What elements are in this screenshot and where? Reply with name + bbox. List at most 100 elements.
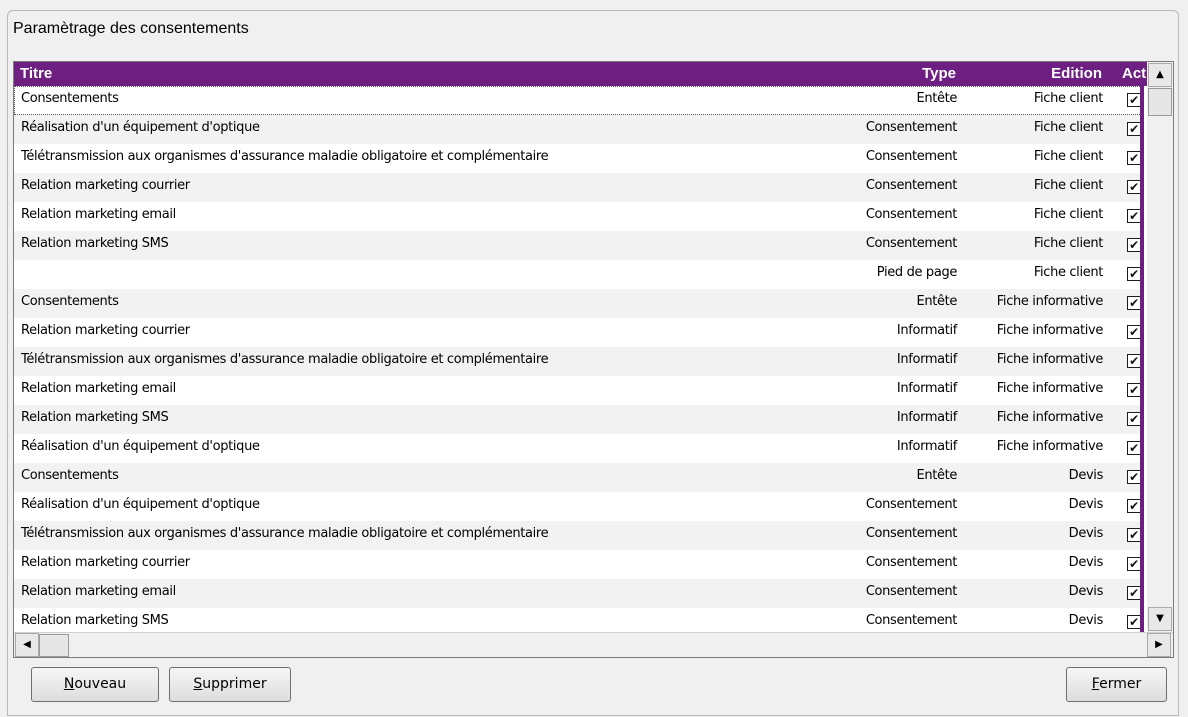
actif-checkbox[interactable]: ✔ bbox=[1127, 209, 1140, 223]
cell-actif: ✔ bbox=[1122, 492, 1144, 521]
actif-checkbox[interactable]: ✔ bbox=[1127, 499, 1140, 513]
scroll-right-arrow-icon[interactable]: ▶ bbox=[1147, 633, 1171, 657]
actif-checkbox[interactable]: ✔ bbox=[1127, 151, 1140, 165]
vertical-scroll-thumb[interactable] bbox=[1148, 88, 1172, 116]
cell-titre: Télétransmission aux organismes d'assura… bbox=[21, 526, 549, 541]
horizontal-scrollbar[interactable]: ◀ ▶ bbox=[14, 632, 1173, 657]
supprimer-button[interactable]: Supprimer bbox=[169, 667, 291, 702]
cell-type: Consentement bbox=[865, 584, 958, 599]
cell-actif: ✔ bbox=[1122, 318, 1144, 347]
cell-actif: ✔ bbox=[1122, 550, 1144, 579]
cell-titre: Relation marketing courrier bbox=[21, 555, 190, 570]
table-row[interactable]: Consentements Entête Devis ✔ bbox=[14, 463, 1144, 492]
checkmark-icon: ✔ bbox=[1129, 296, 1139, 310]
nouveau-label: ouveau bbox=[74, 676, 127, 692]
table-row[interactable]: Télétransmission aux organismes d'assura… bbox=[14, 347, 1144, 376]
actif-checkbox[interactable]: ✔ bbox=[1127, 528, 1140, 542]
table-row[interactable]: Consentements Entête Fiche informative ✔ bbox=[14, 289, 1144, 318]
cell-type: Consentement bbox=[865, 555, 958, 570]
actif-checkbox[interactable]: ✔ bbox=[1127, 586, 1140, 600]
cell-type: Entête bbox=[916, 294, 957, 309]
actif-checkbox[interactable]: ✔ bbox=[1127, 354, 1140, 368]
actif-checkbox[interactable]: ✔ bbox=[1127, 122, 1140, 136]
nouveau-button[interactable]: Nouveau bbox=[31, 667, 159, 702]
actif-checkbox[interactable]: ✔ bbox=[1127, 267, 1140, 281]
table-row[interactable]: Consentements Entête Fiche client ✔ bbox=[14, 86, 1144, 115]
checkmark-icon: ✔ bbox=[1129, 412, 1139, 426]
checkmark-icon: ✔ bbox=[1129, 528, 1139, 542]
table-row[interactable]: Télétransmission aux organismes d'assura… bbox=[14, 521, 1144, 550]
vertical-scrollbar[interactable]: ▲ ▼ bbox=[1147, 62, 1173, 632]
actif-checkbox[interactable]: ✔ bbox=[1127, 615, 1140, 629]
cell-edition: Fiche client bbox=[1033, 149, 1104, 164]
cell-edition: Fiche informative bbox=[996, 439, 1104, 454]
cell-type: Consentement bbox=[865, 613, 958, 628]
checkmark-icon: ✔ bbox=[1129, 441, 1139, 455]
horizontal-scroll-thumb[interactable] bbox=[39, 634, 69, 657]
column-header-titre[interactable]: Titre bbox=[20, 65, 52, 82]
cell-actif: ✔ bbox=[1122, 115, 1144, 144]
supprimer-mnemonic: S bbox=[193, 676, 203, 692]
cell-titre: Relation marketing courrier bbox=[21, 323, 190, 338]
cell-type: Consentement bbox=[865, 526, 958, 541]
table-row[interactable]: Relation marketing email Informatif Fiche … bbox=[14, 376, 1144, 405]
table-row[interactable]: Relation marketing SMS Consentement Fiche … bbox=[14, 231, 1144, 260]
actif-checkbox[interactable]: ✔ bbox=[1127, 325, 1140, 339]
column-header-actif[interactable]: Actif bbox=[1122, 65, 1146, 82]
table-row[interactable]: Télétransmission aux organismes d'assura… bbox=[14, 144, 1144, 173]
table-row[interactable]: Relation marketing courrier Consentement D… bbox=[14, 550, 1144, 579]
column-header-type[interactable]: Type bbox=[884, 65, 956, 82]
cell-edition: Devis bbox=[1068, 526, 1104, 541]
actif-checkbox[interactable]: ✔ bbox=[1127, 441, 1140, 455]
fermer-button[interactable]: Fermer bbox=[1066, 667, 1167, 702]
scroll-up-arrow-icon[interactable]: ▲ bbox=[1148, 63, 1172, 87]
cell-actif: ✔ bbox=[1122, 260, 1144, 289]
table-row[interactable]: Relation marketing email Consentement Fich… bbox=[14, 202, 1144, 231]
table-row[interactable]: Relation marketing courrier Consentement F… bbox=[14, 173, 1144, 202]
actif-checkbox[interactable]: ✔ bbox=[1127, 180, 1140, 194]
cell-actif: ✔ bbox=[1122, 86, 1144, 115]
cell-type: Consentement bbox=[865, 236, 958, 251]
cell-edition: Fiche informative bbox=[996, 294, 1104, 309]
actif-checkbox[interactable]: ✔ bbox=[1127, 383, 1140, 397]
table-row[interactable]: Relation marketing SMS Informatif Fiche in… bbox=[14, 405, 1144, 434]
checkmark-icon: ✔ bbox=[1129, 238, 1139, 252]
cell-type: Informatif bbox=[896, 410, 957, 425]
cell-edition: Fiche informative bbox=[996, 381, 1104, 396]
table-row[interactable]: Relation marketing courrier Informatif Fic… bbox=[14, 318, 1144, 347]
cell-titre: Relation marketing SMS bbox=[21, 410, 169, 425]
actif-checkbox[interactable]: ✔ bbox=[1127, 412, 1140, 426]
checkmark-icon: ✔ bbox=[1129, 151, 1139, 165]
checkmark-icon: ✔ bbox=[1129, 354, 1139, 368]
table-row[interactable]: Relation marketing email Consentement Devi… bbox=[14, 579, 1144, 608]
cell-edition: Fiche client bbox=[1033, 91, 1104, 106]
checkmark-icon: ✔ bbox=[1129, 557, 1139, 571]
scroll-down-arrow-icon[interactable]: ▼ bbox=[1148, 607, 1172, 631]
actif-checkbox[interactable]: ✔ bbox=[1127, 557, 1140, 571]
cell-type: Informatif bbox=[896, 352, 957, 367]
checkmark-icon: ✔ bbox=[1129, 383, 1139, 397]
actif-checkbox[interactable]: ✔ bbox=[1127, 470, 1140, 484]
cell-actif: ✔ bbox=[1122, 173, 1144, 202]
actif-checkbox[interactable]: ✔ bbox=[1127, 93, 1140, 107]
table-row[interactable]: Relation marketing SMS Consentement Devis ✔ bbox=[14, 608, 1144, 632]
consent-grid[interactable]: Titre Type Edition Actif Consentements En… bbox=[13, 61, 1174, 658]
cell-titre: Réalisation d'un équipement d'optique bbox=[21, 120, 260, 135]
table-row[interactable]: Réalisation d'un équipement d'optique Con… bbox=[14, 115, 1144, 144]
cell-edition: Devis bbox=[1068, 555, 1104, 570]
cell-titre: Consentements bbox=[21, 468, 119, 483]
actif-checkbox[interactable]: ✔ bbox=[1127, 296, 1140, 310]
scroll-left-arrow-icon[interactable]: ◀ bbox=[15, 633, 39, 657]
cell-type: Consentement bbox=[865, 178, 958, 193]
table-row[interactable]: Pied de page Fiche client ✔ bbox=[14, 260, 1144, 289]
checkmark-icon: ✔ bbox=[1129, 267, 1139, 281]
cell-edition: Devis bbox=[1068, 497, 1104, 512]
table-row[interactable]: Réalisation d'un équipement d'optique Con… bbox=[14, 492, 1144, 521]
fermer-mnemonic: F bbox=[1091, 676, 1100, 692]
cell-edition: Fiche client bbox=[1033, 236, 1104, 251]
column-header-edition[interactable]: Edition bbox=[974, 65, 1102, 82]
table-row[interactable]: Réalisation d'un équipement d'optique Inf… bbox=[14, 434, 1144, 463]
checkmark-icon: ✔ bbox=[1129, 180, 1139, 194]
actif-checkbox[interactable]: ✔ bbox=[1127, 238, 1140, 252]
cell-edition: Fiche client bbox=[1033, 207, 1104, 222]
